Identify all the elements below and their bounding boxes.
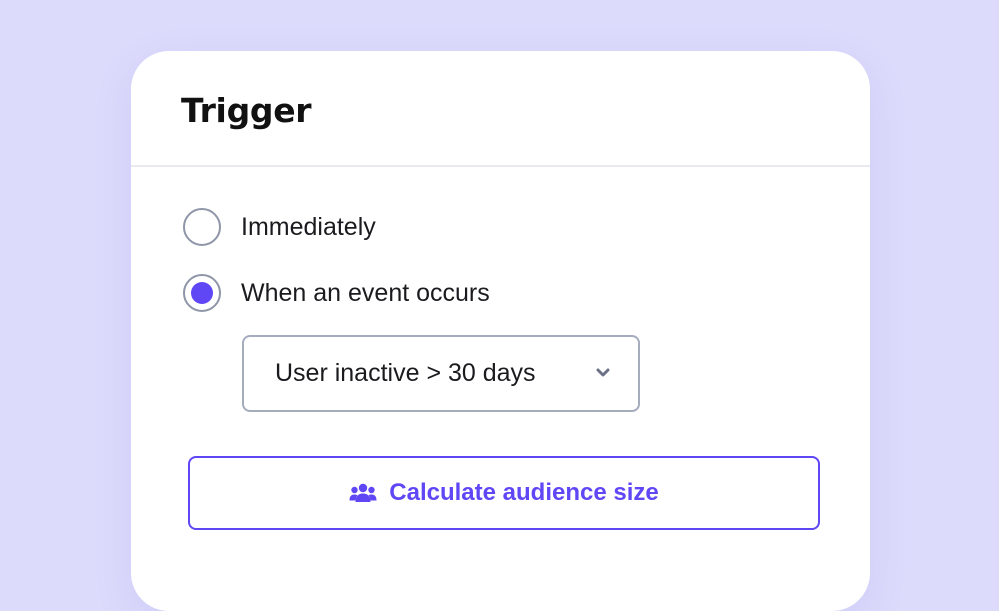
- trigger-card: Trigger Immediately When an event occurs…: [131, 51, 870, 611]
- calculate-audience-button[interactable]: Calculate audience size: [188, 456, 820, 530]
- option-label-event: When an event occurs: [241, 278, 490, 307]
- event-select[interactable]: User inactive > 30 days: [242, 335, 640, 412]
- trigger-option-event[interactable]: When an event occurs: [183, 274, 490, 312]
- radio-event[interactable]: [183, 274, 221, 312]
- option-label-immediately: Immediately: [241, 212, 376, 241]
- card-title: Trigger: [181, 91, 312, 130]
- users-icon: [349, 483, 377, 502]
- radio-selected-dot: [191, 282, 213, 304]
- card-header: Trigger: [131, 51, 870, 167]
- event-select-value: User inactive > 30 days: [275, 359, 536, 387]
- chevron-down-icon: [596, 368, 610, 377]
- radio-immediately[interactable]: [183, 208, 221, 246]
- calculate-audience-label: Calculate audience size: [389, 479, 659, 506]
- trigger-option-immediately[interactable]: Immediately: [183, 208, 376, 246]
